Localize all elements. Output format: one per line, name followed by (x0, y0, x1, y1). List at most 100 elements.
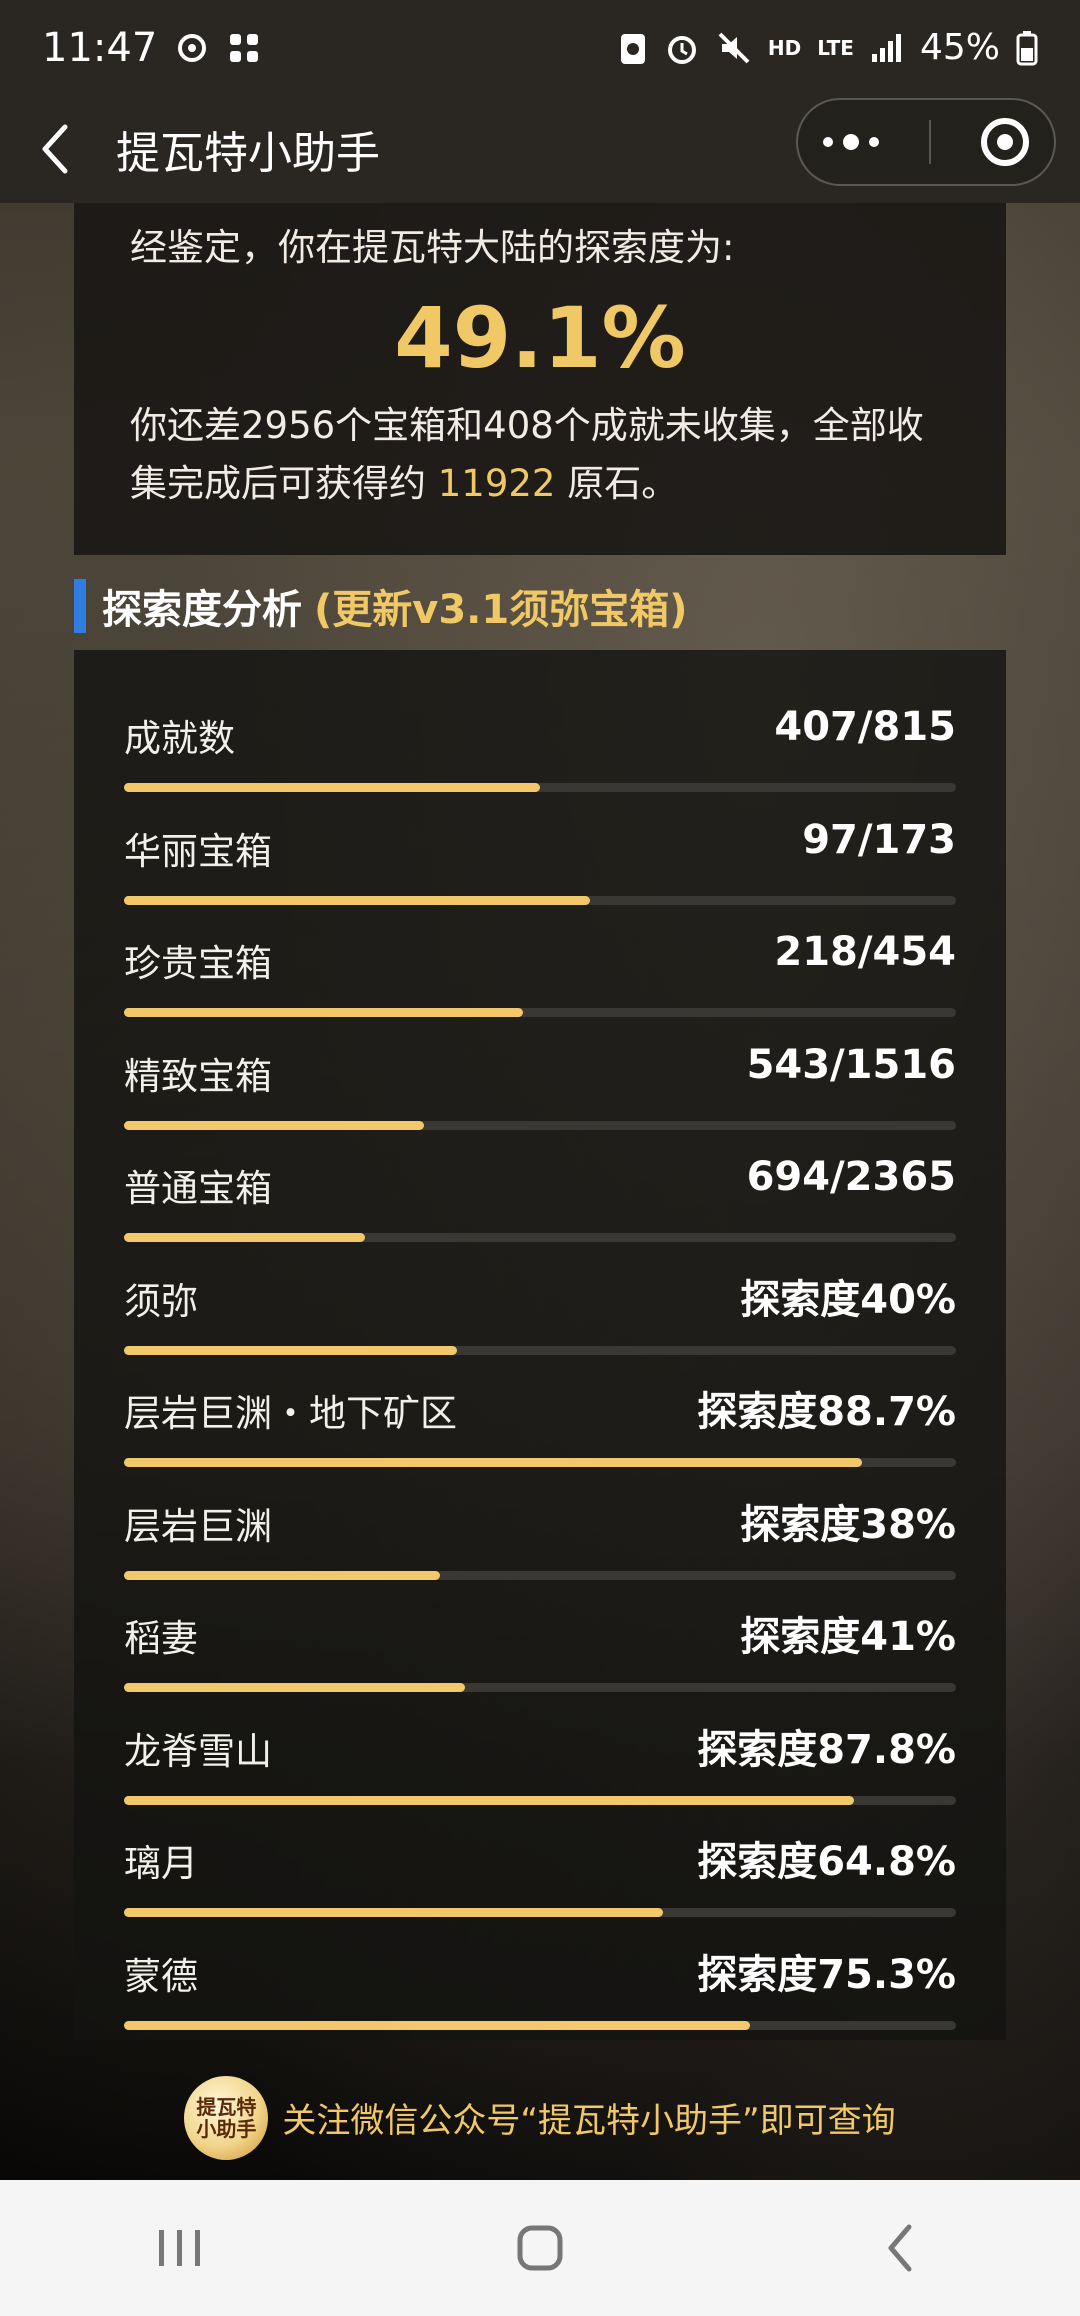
section-subtitle: (更新v3.1须弥宝箱) (314, 587, 688, 633)
stat-value: 543/1516 (746, 1041, 956, 1088)
brand-logo: 提瓦特 小助手 (184, 2075, 269, 2160)
stats-panel: 成就数 407/815 华丽宝箱 97/173 珍贵宝箱 218/454 精致宝箱 543/1… (74, 650, 1006, 2040)
stat-value: 407/815 (774, 704, 956, 750)
progress-fill (124, 1795, 854, 1805)
stat-value: 97/173 (802, 816, 956, 863)
stat-label: 须弥 (124, 1279, 198, 1323)
stat-value: 探索度75.3% (697, 1951, 956, 1998)
progress-track (124, 1120, 956, 1130)
stat-value: 218/454 (774, 929, 956, 975)
stat-row: 华丽宝箱 97/173 (124, 793, 956, 905)
summary-description: 你还差2956个宝箱和408个成就未收集，全部收集完成后可获得约 11922 原… (130, 397, 950, 513)
recent-apps-button[interactable] (110, 2198, 250, 2298)
progress-fill (124, 1008, 523, 1017)
summary-lead: 经鉴定，你在提瓦特大陆的探索度为: (130, 226, 735, 269)
signal-icon (870, 32, 904, 64)
progress-fill (124, 895, 590, 905)
progress-track (124, 1233, 956, 1242)
battery-percent: 45% (919, 27, 1000, 68)
stat-label: 层岩巨渊 (124, 1504, 272, 1548)
progress-fill (124, 1570, 440, 1580)
stat-value: 探索度41% (740, 1614, 956, 1660)
stat-row: 精致宝箱 543/1516 (124, 1018, 956, 1130)
close-mini-program-icon[interactable] (981, 118, 1029, 166)
stat-row: 珍贵宝箱 218/454 (124, 905, 956, 1017)
footer: 提瓦特 小助手 关注微信公众号“提瓦特小助手”即可查询 (0, 2070, 1080, 2165)
mini-program-capsule (796, 98, 1056, 186)
progress-fill (124, 1345, 457, 1355)
stat-row: 璃月 探索度64.8% (124, 1805, 956, 1917)
stat-label: 成就数 (124, 717, 235, 760)
progress-track (124, 783, 956, 792)
stat-value: 694/2365 (746, 1154, 956, 1200)
stat-value: 探索度64.8% (697, 1839, 956, 1885)
stat-row: 普通宝箱 694/2365 (124, 1130, 956, 1242)
stat-value: 探索度87.8% (697, 1726, 956, 1773)
gem-count: 11922 (437, 462, 556, 505)
nav-bar: 提瓦特小助手 (0, 95, 1080, 203)
back-icon (888, 2224, 912, 2272)
exploration-percent: 49.1% (394, 289, 686, 387)
page-title: 提瓦特小助手 (116, 128, 380, 179)
summary-card: 经鉴定，你在提瓦特大陆的探索度为: 49.1% 你还差2956个宝箱和408个成… (74, 203, 1006, 555)
more-options-icon[interactable] (823, 134, 879, 150)
battery-icon (1016, 30, 1038, 66)
mute-icon (716, 30, 752, 66)
hd-voice-icon: HD (767, 35, 802, 60)
progress-track (124, 1908, 956, 1917)
recent-apps-icon (159, 2230, 200, 2266)
grid-icon (227, 31, 261, 65)
stat-label: 层岩巨渊・地下矿区 (124, 1392, 457, 1435)
progress-fill (124, 1233, 365, 1242)
stat-label: 珍贵宝箱 (124, 942, 272, 985)
progress-fill (124, 1908, 663, 1917)
stat-value: 探索度38% (740, 1501, 956, 1548)
stat-label: 蒙德 (124, 1954, 198, 1998)
stat-row: 成就数 407/815 (124, 680, 956, 792)
desc-suffix: 原石。 (555, 462, 679, 505)
section-header: 探索度分析 (更新v3.1须弥宝箱) (74, 578, 688, 634)
stat-row: 层岩巨渊・地下矿区 探索度88.7% (124, 1355, 956, 1467)
progress-track (124, 2020, 956, 2030)
stat-row: 层岩巨渊 探索度38% (124, 1468, 956, 1580)
section-accent-bar (74, 579, 86, 633)
lte-icon: LTE (817, 35, 854, 60)
progress-fill (124, 1120, 424, 1130)
progress-track (124, 1008, 956, 1017)
progress-fill (124, 1458, 862, 1467)
alarm-icon (664, 30, 700, 66)
stat-row: 稻妻 探索度41% (124, 1580, 956, 1692)
stat-label: 璃月 (124, 1842, 198, 1885)
stat-label: 华丽宝箱 (124, 829, 272, 873)
stat-label: 普通宝箱 (124, 1167, 272, 1210)
chevron-left-icon (42, 124, 68, 174)
sync-icon (175, 31, 209, 65)
stat-row: 蒙德 探索度75.3% (124, 1918, 956, 2030)
progress-track (124, 1795, 956, 1805)
back-button[interactable] (0, 95, 110, 203)
stat-label: 龙脊雪山 (124, 1729, 272, 1773)
status-time: 11:47 (42, 24, 158, 71)
home-icon (517, 2225, 563, 2271)
capsule-divider (929, 120, 931, 164)
section-title: 探索度分析 (102, 587, 302, 633)
progress-fill (124, 783, 540, 792)
back-nav-button[interactable] (830, 2198, 970, 2298)
progress-track (124, 1570, 956, 1580)
progress-track (124, 1345, 956, 1355)
status-right: HD LTE 45% (618, 27, 1038, 68)
progress-track (124, 1458, 956, 1467)
stat-row: 须弥 探索度40% (124, 1243, 956, 1355)
footer-text: 关注微信公众号“提瓦特小助手”即可查询 (282, 2101, 896, 2141)
status-left: 11:47 (42, 25, 261, 71)
status-bar: 11:47 HD LTE 45% (0, 0, 1080, 95)
stat-label: 稻妻 (124, 1617, 198, 1660)
system-nav-bar (0, 2180, 1080, 2316)
progress-track (124, 1683, 956, 1692)
recycle-icon (618, 30, 648, 66)
stat-value: 探索度40% (740, 1276, 956, 1323)
progress-track (124, 895, 956, 905)
stat-label: 精致宝箱 (124, 1054, 272, 1098)
progress-fill (124, 2020, 750, 2030)
home-button[interactable] (470, 2198, 610, 2298)
